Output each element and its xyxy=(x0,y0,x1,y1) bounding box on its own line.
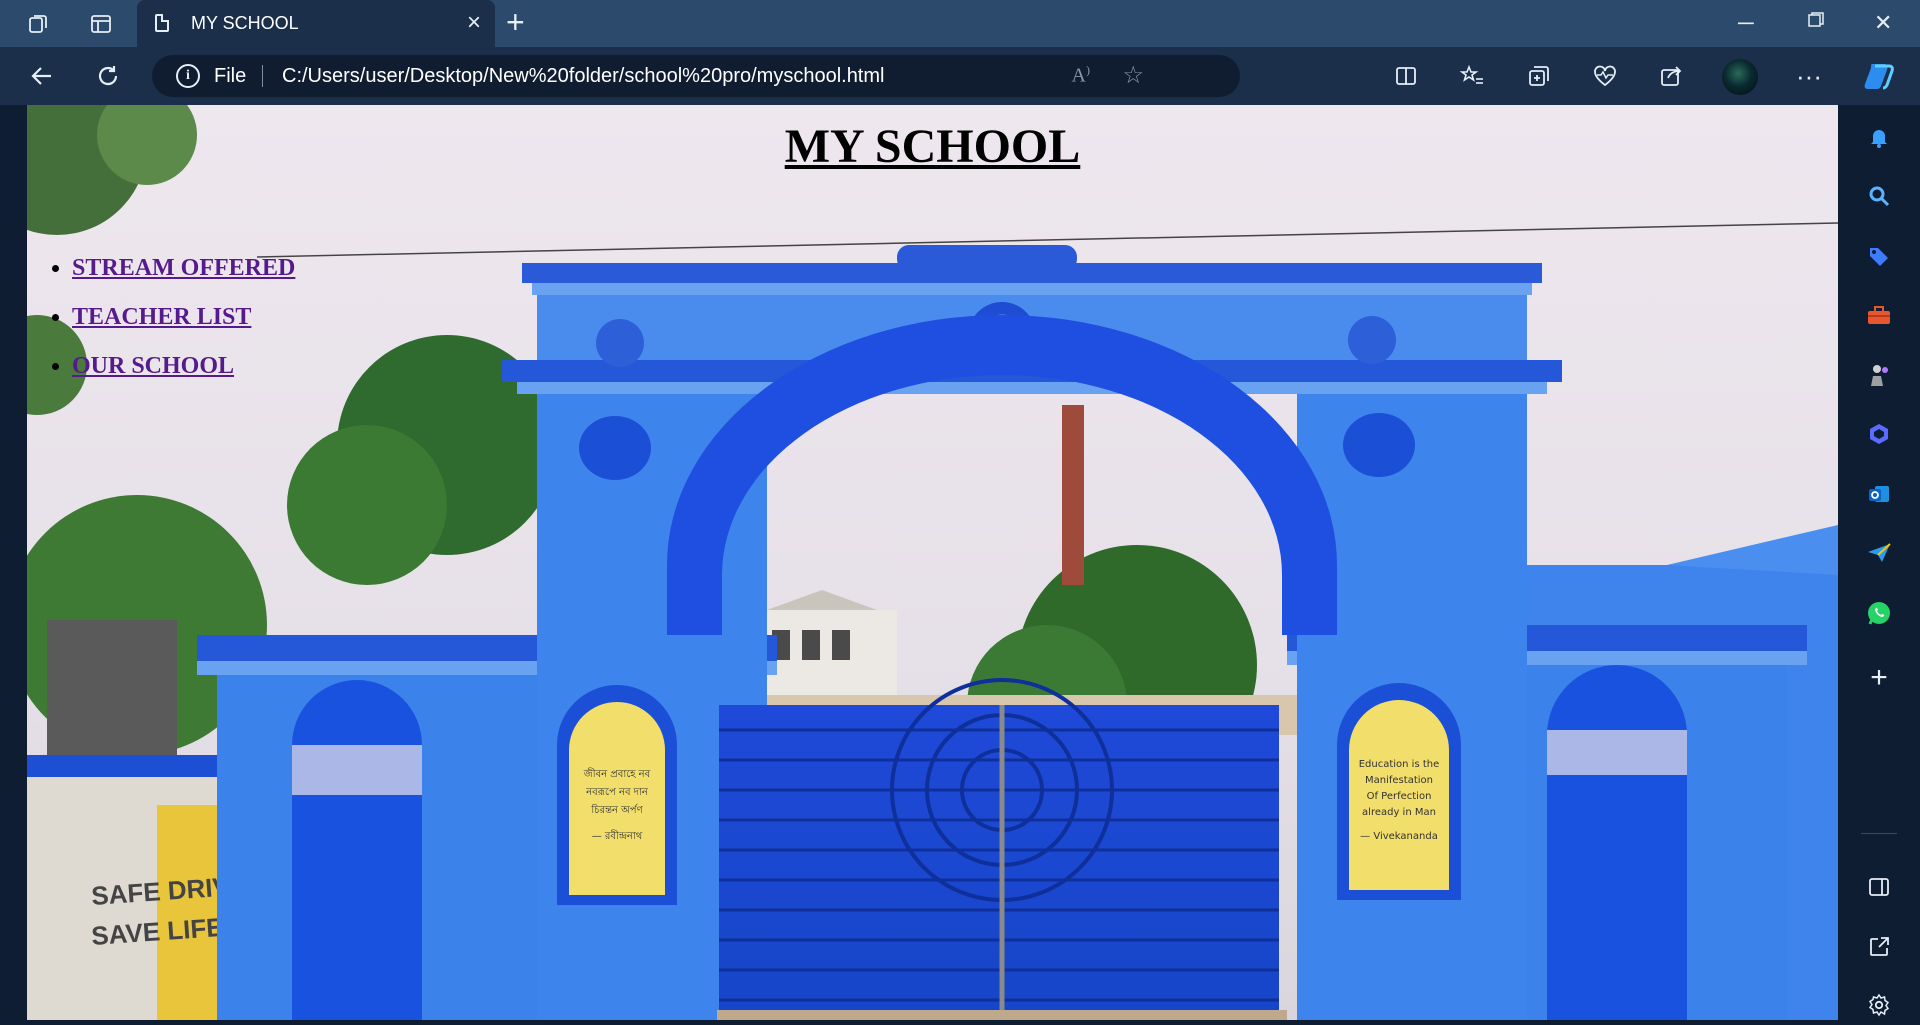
svg-text:already in Man: already in Man xyxy=(1362,807,1436,818)
add-icon[interactable]: + xyxy=(1838,658,1920,698)
url-text[interactable]: C:/Users/user/Desktop/New%20folder/schoo… xyxy=(282,65,884,88)
svg-text:Education is the: Education is the xyxy=(1359,759,1440,770)
read-aloud-icon[interactable]: A) xyxy=(1072,63,1090,88)
health-icon[interactable] xyxy=(1588,59,1622,93)
page-icon xyxy=(155,14,169,32)
svg-text:Manifestation: Manifestation xyxy=(1365,775,1433,786)
url-scheme: File xyxy=(214,65,247,87)
browser-titlebar: MY SCHOOL × + ─ ✕ xyxy=(0,0,1920,47)
divider xyxy=(262,65,263,87)
tag-icon[interactable] xyxy=(1838,236,1920,276)
favorites-icon[interactable] xyxy=(1455,59,1489,93)
external-icon[interactable] xyxy=(1838,927,1920,967)
send-icon[interactable] xyxy=(1838,533,1920,573)
m365-icon[interactable] xyxy=(1838,414,1920,454)
settings-icon[interactable] xyxy=(1838,985,1920,1025)
svg-text:— Vivekananda: — Vivekananda xyxy=(1360,831,1438,842)
new-tab-icon[interactable]: + xyxy=(506,6,525,38)
teacher-list-link[interactable]: TEACHER LIST xyxy=(72,304,251,330)
share-icon[interactable] xyxy=(1654,59,1688,93)
svg-text:— রবীন্দ্রনাথ: — রবীন্দ্রনাথ xyxy=(592,829,643,842)
minimize-icon[interactable]: ─ xyxy=(1738,10,1754,36)
school-gate-background-image: SAFE DRIVE SAVE LIFE Education is the Ma… xyxy=(27,105,1838,1020)
back-icon[interactable] xyxy=(25,59,59,93)
bell-icon[interactable] xyxy=(1838,117,1920,157)
list-item: STREAM OFFERED xyxy=(72,255,295,282)
outlook-icon[interactable] xyxy=(1838,474,1920,514)
svg-text:নবরূপে নব দান: নবরূপে নব দান xyxy=(585,787,649,798)
tab-my-school[interactable]: MY SCHOOL × xyxy=(137,0,495,47)
list-item: TEACHER LIST xyxy=(72,304,295,331)
toolbox-icon[interactable] xyxy=(1838,295,1920,335)
svg-text:চিরন্তন অর্পণ: চিরন্তন অর্পণ xyxy=(590,804,643,816)
address-bar[interactable]: i File C:/Users/user/Desktop/New%20folde… xyxy=(152,55,1240,97)
stream-offered-link[interactable]: STREAM OFFERED xyxy=(72,255,295,281)
search-icon[interactable] xyxy=(1838,176,1920,216)
page-title: MY SCHOOL xyxy=(784,120,1081,173)
collections-icon[interactable] xyxy=(1522,59,1556,93)
our-school-link[interactable]: OUR SCHOOL xyxy=(72,353,234,379)
favorite-star-icon[interactable]: ☆ xyxy=(1122,61,1144,90)
tab-actions-icon[interactable] xyxy=(84,8,118,40)
split-screen-icon[interactable] xyxy=(1389,59,1423,93)
panel-icon[interactable] xyxy=(1838,867,1920,907)
browser-toolbar: i File C:/Users/user/Desktop/New%20folde… xyxy=(0,47,1920,105)
whatsapp-icon[interactable] xyxy=(1838,593,1920,633)
restore-icon[interactable] xyxy=(1806,10,1826,36)
site-info-icon[interactable]: i xyxy=(176,64,200,88)
more-menu-icon[interactable]: ··· xyxy=(1792,59,1826,93)
close-tab-icon[interactable]: × xyxy=(467,9,481,37)
chess-icon[interactable] xyxy=(1838,355,1920,395)
list-item: OUR SCHOOL xyxy=(72,353,295,380)
profile-avatar[interactable] xyxy=(1722,59,1758,95)
page-viewport: SAFE DRIVE SAVE LIFE Education is the Ma… xyxy=(27,105,1838,1020)
nav-link-list: STREAM OFFERED TEACHER LIST OUR SCHOOL xyxy=(45,255,295,402)
divider xyxy=(1861,833,1897,834)
copilot-icon[interactable] xyxy=(1862,59,1896,93)
svg-text:জীবন প্রবাহে নব: জীবন প্রবাহে নব xyxy=(583,767,651,780)
edge-sidebar: + xyxy=(1838,105,1920,1020)
tab-title: MY SCHOOL xyxy=(191,13,299,33)
svg-text:Of Perfection: Of Perfection xyxy=(1367,791,1432,802)
close-window-icon[interactable]: ✕ xyxy=(1874,10,1892,36)
workspaces-icon[interactable] xyxy=(22,8,56,40)
refresh-icon[interactable] xyxy=(91,59,125,93)
